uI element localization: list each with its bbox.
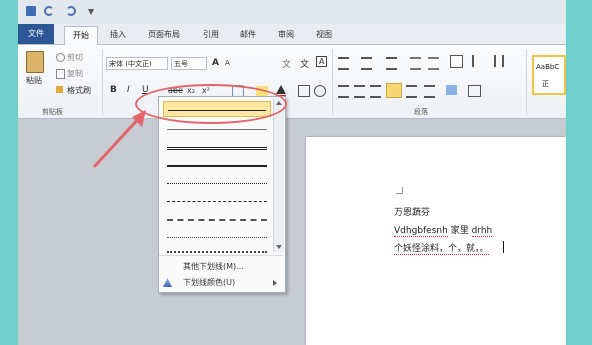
customize-qat-icon[interactable] bbox=[88, 9, 94, 15]
tab-view[interactable]: 视图 bbox=[316, 28, 332, 42]
underline-wave[interactable] bbox=[163, 243, 271, 259]
distribute-icon[interactable] bbox=[406, 85, 417, 98]
align-left-icon[interactable] bbox=[338, 85, 349, 98]
text-cursor bbox=[503, 241, 504, 253]
clipboard-group-label: 剪贴板 bbox=[42, 108, 63, 116]
group-divider bbox=[526, 49, 527, 115]
menu-divider bbox=[159, 255, 283, 256]
shrink-font-button[interactable]: A bbox=[225, 59, 230, 67]
italic-button[interactable]: I bbox=[127, 85, 130, 95]
sort-icon[interactable] bbox=[472, 55, 482, 67]
ribbon-tabs: 文件 开始 插入 页面布局 引用 邮件 审阅 视图 bbox=[18, 24, 566, 45]
tab-references[interactable]: 引用 bbox=[203, 28, 219, 42]
underline-dot-dash[interactable] bbox=[163, 211, 271, 227]
line-sample bbox=[167, 251, 267, 253]
tab-insert[interactable]: 插入 bbox=[110, 28, 126, 42]
tab-mailings[interactable]: 邮件 bbox=[240, 28, 256, 42]
paragraph-group-label: 段落 bbox=[414, 108, 428, 116]
paste-button[interactable]: 粘贴 bbox=[26, 75, 42, 86]
line-sample bbox=[167, 219, 267, 221]
enclosed-char-icon[interactable] bbox=[314, 85, 326, 97]
format-painter-button[interactable]: 格式刷 bbox=[67, 85, 91, 96]
redo-icon[interactable] bbox=[66, 6, 76, 16]
increase-indent-icon[interactable] bbox=[428, 57, 439, 70]
bold-button[interactable]: B bbox=[110, 85, 117, 95]
decrease-indent-icon[interactable] bbox=[410, 57, 421, 70]
underline-dropdown: 其他下划线(M)... 下划线颜色(U) bbox=[158, 96, 286, 293]
undo-icon[interactable] bbox=[44, 6, 54, 16]
cut-icon[interactable] bbox=[56, 53, 65, 62]
doc-word: drhh bbox=[471, 226, 493, 237]
tab-file[interactable]: 文件 bbox=[18, 24, 54, 44]
show-marks-icon[interactable] bbox=[494, 55, 504, 67]
style-preview: AaBbC bbox=[536, 63, 560, 71]
doc-line-2: Vdhgbfesnh 家里 drhh bbox=[394, 223, 493, 237]
doc-line-3: 个妖怪涂料，个，就，。 bbox=[394, 241, 489, 255]
font-color-icon[interactable] bbox=[276, 85, 286, 94]
tab-review[interactable]: 审阅 bbox=[278, 28, 294, 42]
align-center-icon[interactable] bbox=[354, 85, 365, 98]
line-sample bbox=[167, 165, 267, 167]
dropdown-scrollbar[interactable] bbox=[273, 98, 284, 252]
underline-dotted[interactable] bbox=[163, 175, 271, 191]
font-size-combo[interactable]: 五号 bbox=[171, 57, 207, 70]
underline-thick[interactable] bbox=[163, 157, 271, 173]
style-label: 正 bbox=[542, 80, 549, 88]
arrow-icon bbox=[92, 110, 146, 169]
line-sample bbox=[167, 237, 267, 238]
cut-button[interactable]: 剪切 bbox=[67, 52, 83, 63]
chinese-layout-icon[interactable] bbox=[450, 55, 463, 68]
underline-color-label: 下划线颜色(U) bbox=[183, 278, 236, 287]
underline-color-icon bbox=[163, 278, 172, 287]
save-icon[interactable] bbox=[26, 6, 36, 16]
more-underlines-item[interactable]: 其他下划线(M)... bbox=[159, 259, 283, 275]
copy-button[interactable]: 复制 bbox=[67, 68, 83, 79]
more-underlines-label: 其他下划线(M)... bbox=[183, 262, 244, 271]
borders-icon[interactable] bbox=[468, 85, 481, 97]
style-gallery-normal[interactable]: AaBbC 正 bbox=[532, 55, 566, 95]
line-sample bbox=[167, 147, 267, 150]
word-window: 文件 开始 插入 页面布局 引用 邮件 审阅 视图 粘贴 剪切 复制 格式刷 剪… bbox=[18, 0, 566, 345]
phonetic-button[interactable]: 文 bbox=[282, 57, 291, 70]
margin-mark bbox=[402, 187, 403, 194]
grow-font-button[interactable]: A bbox=[212, 58, 219, 68]
doc-word: Vdhgbfesnh bbox=[394, 226, 448, 237]
doc-line-1: 万恩蔬芬 bbox=[394, 208, 431, 218]
enclose-char-button[interactable]: 文 bbox=[300, 57, 309, 70]
doc-word: 家里 bbox=[450, 226, 469, 236]
title-bar bbox=[18, 0, 566, 25]
bullets-icon[interactable] bbox=[338, 57, 349, 70]
line-sample bbox=[167, 183, 267, 184]
justify-icon[interactable] bbox=[386, 83, 402, 98]
line-sample bbox=[167, 129, 267, 130]
format-painter-icon[interactable] bbox=[56, 86, 63, 93]
char-shading-icon[interactable] bbox=[298, 85, 310, 97]
line-sample bbox=[167, 201, 267, 202]
paste-icon[interactable] bbox=[26, 51, 44, 73]
chevron-right-icon bbox=[273, 280, 277, 286]
multilevel-list-icon[interactable] bbox=[386, 57, 397, 70]
scroll-down-icon[interactable] bbox=[276, 245, 282, 249]
underline-double[interactable] bbox=[163, 139, 271, 155]
tab-home[interactable]: 开始 bbox=[64, 26, 98, 45]
underline-color-item[interactable]: 下划线颜色(U) bbox=[159, 275, 283, 291]
line-spacing-icon[interactable] bbox=[424, 85, 435, 98]
underline-dashed[interactable] bbox=[163, 193, 271, 209]
group-divider bbox=[332, 49, 333, 115]
align-right-icon[interactable] bbox=[370, 85, 381, 98]
shading-icon[interactable] bbox=[446, 85, 457, 95]
document-page[interactable]: 万恩蔬芬 Vdhgbfesnh 家里 drhh 个妖怪涂料，个，就，。 bbox=[306, 137, 566, 345]
tab-page-layout[interactable]: 页面布局 bbox=[148, 28, 180, 42]
char-border-button[interactable]: A bbox=[316, 56, 328, 67]
font-name-combo[interactable]: 宋体 (中文正) bbox=[106, 57, 168, 70]
numbering-icon[interactable] bbox=[361, 57, 372, 70]
copy-icon[interactable] bbox=[56, 69, 65, 79]
